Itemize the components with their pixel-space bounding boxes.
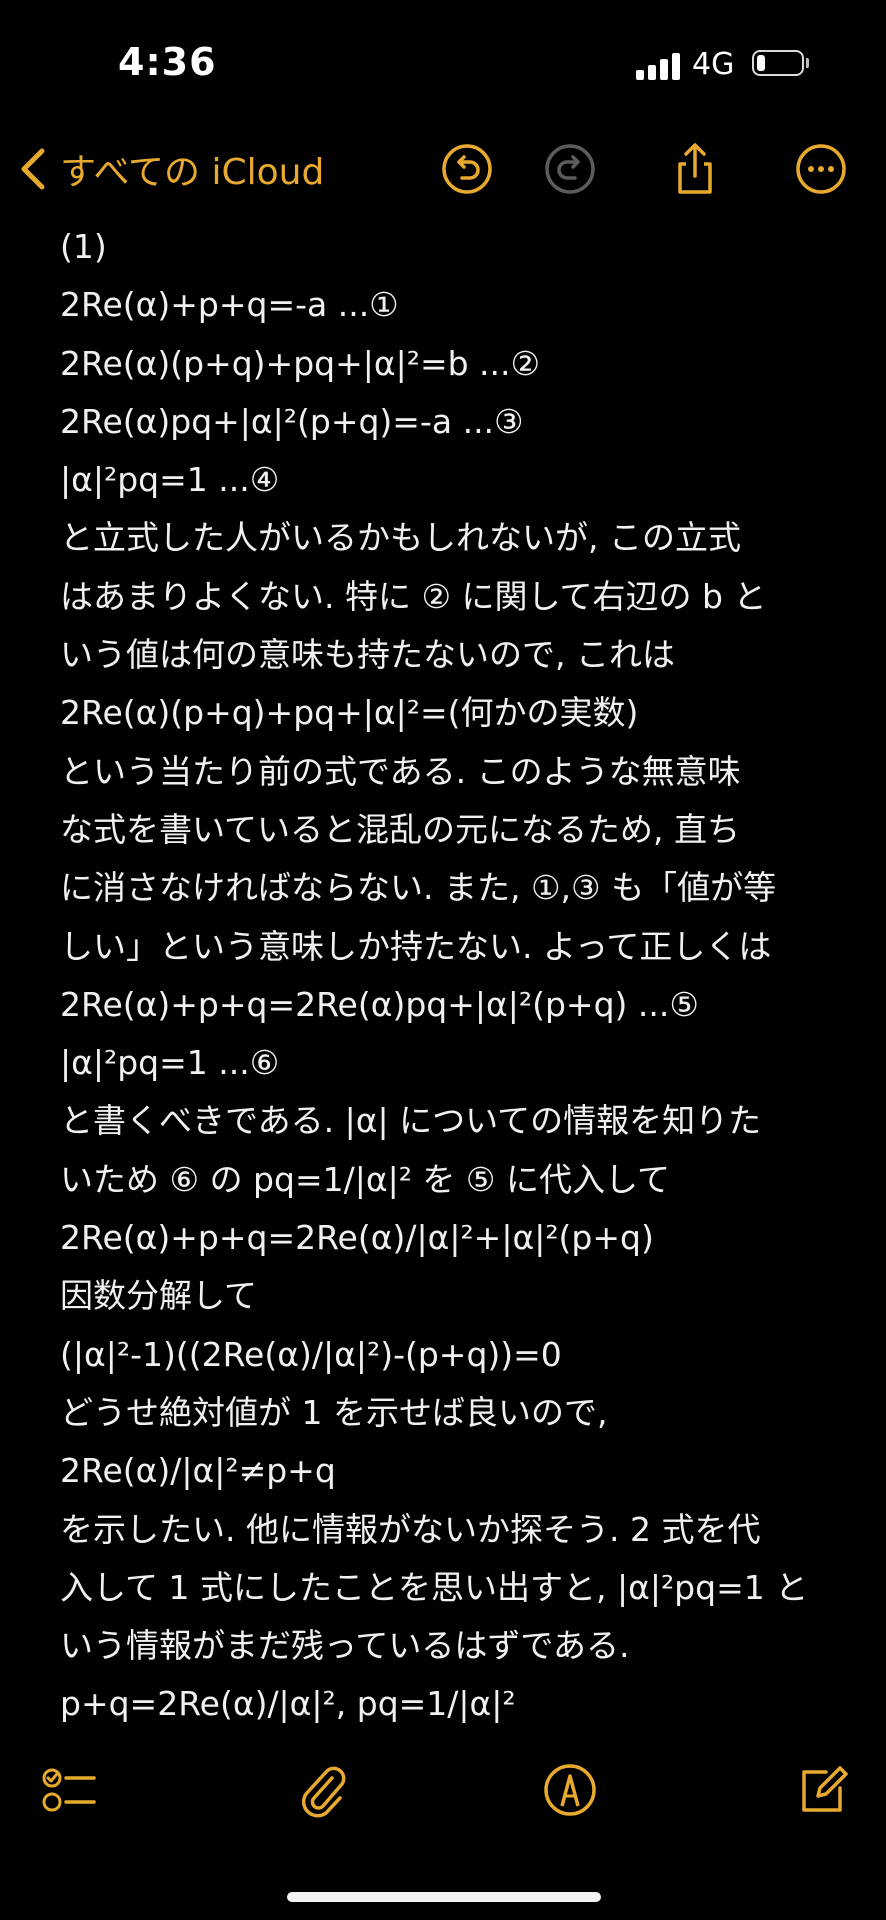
- navigation-bar: すべての iCloud: [0, 130, 886, 214]
- note-line: と立式した人がいるかもしれないが, この立式: [60, 518, 741, 558]
- note-line: いため ⑥ の pq=1/|α|² を ⑤ に代入して: [60, 1159, 670, 1199]
- markup-button[interactable]: [540, 1760, 600, 1820]
- note-line: しい」という意味しか持たない. よって正しくは: [60, 926, 772, 966]
- more-button[interactable]: [792, 140, 850, 198]
- note-line: と書くべきである. |α| についての情報を知りた: [60, 1101, 762, 1141]
- battery-icon: [752, 50, 804, 76]
- note-line: |α|²pq=1 ...⑥: [60, 1043, 280, 1083]
- markup-icon: [544, 1764, 596, 1816]
- note-line: はあまりよくない. 特に ② に関して右辺の b と: [60, 576, 767, 616]
- note-line: |α|²pq=1 ...④: [60, 460, 280, 500]
- status-time: 4:36: [118, 40, 217, 84]
- note-line: に消さなければならない. また, ①,③ も「値が等: [60, 868, 777, 908]
- attachment-button[interactable]: [292, 1760, 352, 1820]
- chevron-left-icon: [21, 148, 45, 190]
- note-line: 2Re(α)(p+q)+pq+|α|²=b ...②: [60, 343, 541, 383]
- note-line: という当たり前の式である. このような無意味: [60, 751, 741, 791]
- more-icon: [796, 144, 846, 194]
- attachment-icon: [301, 1766, 346, 1818]
- note-line: 2Re(α)+p+q=-a ...①: [60, 285, 399, 325]
- back-button[interactable]: すべての iCloud: [16, 138, 324, 200]
- checklist-button[interactable]: [38, 1760, 98, 1820]
- note-body[interactable]: (1) 2Re(α)+p+q=-a ...① 2Re(α)(p+q)+pq+|α…: [60, 218, 860, 1734]
- note-line: 2Re(α)pq+|α|²(p+q)=-a ...③: [60, 401, 524, 441]
- status-bar: 4:36 4G: [0, 0, 886, 120]
- share-button[interactable]: [666, 140, 724, 198]
- note-line: 2Re(α)+p+q=2Re(α)pq+|α|²(p+q) ...⑤: [60, 984, 699, 1024]
- undo-button[interactable]: [438, 140, 496, 198]
- battery-cap: [806, 58, 809, 68]
- note-line: いう情報がまだ残っているはずである.: [60, 1626, 630, 1666]
- bottom-toolbar: [0, 1760, 886, 1830]
- undo-icon: [442, 144, 492, 194]
- back-label: すべての iCloud: [60, 152, 325, 193]
- cellular-signal-icon: [636, 52, 680, 80]
- note-line: (|α|²-1)((2Re(α)/|α|²)-(p+q))=0: [60, 1334, 562, 1374]
- note-line: いう値は何の意味も持たないので, これは: [60, 635, 675, 675]
- note-line: 2Re(α)(p+q)+pq+|α|²=(何かの実数): [60, 693, 639, 733]
- redo-icon: [545, 144, 595, 194]
- note-line: どうせ絶対値が 1 を示せば良いので,: [60, 1392, 608, 1432]
- note-line: (1): [60, 227, 107, 266]
- compose-button[interactable]: [792, 1760, 852, 1820]
- note-line: 入して 1 式にしたことを思い出すと, |α|²pq=1 と: [60, 1567, 809, 1607]
- note-line: 因数分解して: [60, 1276, 258, 1316]
- note-line: な式を書いていると混乱の元になるため, 直ち: [60, 809, 740, 849]
- home-indicator[interactable]: [287, 1892, 601, 1902]
- note-line: 2Re(α)/|α|²≠p+q: [60, 1451, 336, 1491]
- note-line: を示したい. 他に情報がないか探そう. 2 式を代: [60, 1509, 761, 1549]
- note-line: 2Re(α)+p+q=2Re(α)/|α|²+|α|²(p+q): [60, 1218, 654, 1258]
- network-type: 4G: [692, 47, 735, 82]
- share-icon: [678, 143, 712, 194]
- compose-icon: [802, 1766, 848, 1812]
- redo-button[interactable]: [541, 140, 599, 198]
- note-line: p+q=2Re(α)/|α|², pq=1/|α|²: [60, 1684, 516, 1724]
- checklist-icon: [42, 1768, 96, 1812]
